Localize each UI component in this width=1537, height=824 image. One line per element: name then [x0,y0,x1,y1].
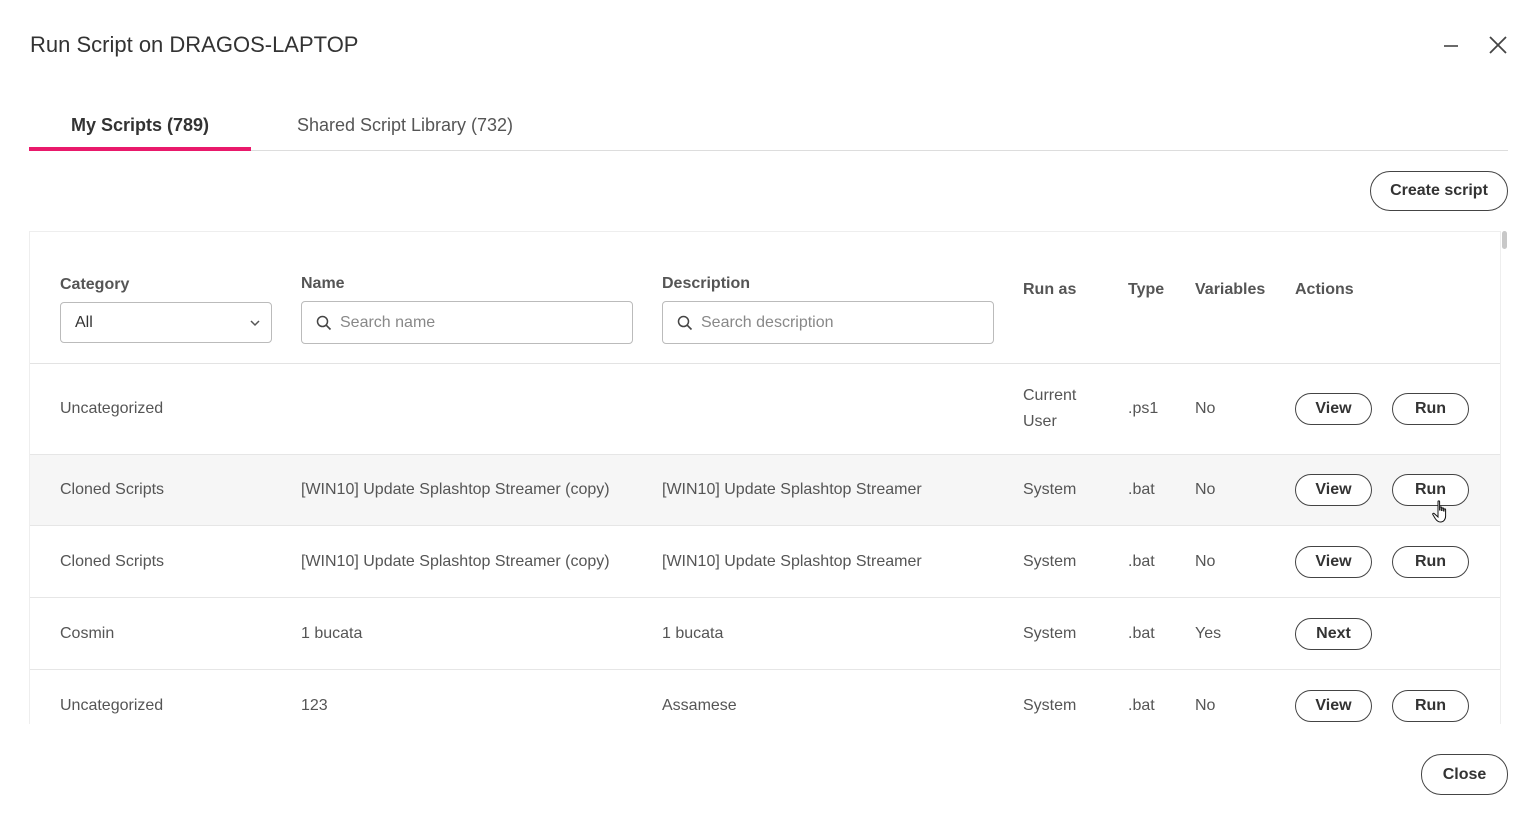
row-description: [WIN10] Update Splashtop Streamer [662,481,922,498]
scripts-table: Category All Name Description Run as Typ… [29,231,1501,724]
run-button[interactable]: Run [1392,393,1469,425]
row-name: [WIN10] Update Splashtop Streamer (copy) [301,552,610,570]
row-category: Uncategorized [60,400,164,417]
row-variables: No [1195,400,1216,417]
table-row: Uncategorized Current User .ps1 No View … [30,364,1500,455]
view-button[interactable]: View [1295,393,1372,425]
row-type: .bat [1128,481,1155,498]
run-button[interactable]: Run [1392,689,1469,722]
row-description: Assamese [662,696,737,714]
row-name: [WIN10] Update Splashtop Streamer (copy) [301,481,610,498]
table-row: Cloned Scripts [WIN10] Update Splashtop … [30,455,1500,526]
dialog-title: Run Script on DRAGOS-LAPTOP [30,32,359,57]
name-search-input[interactable] [340,313,620,332]
description-search-input[interactable] [701,313,981,332]
search-icon [316,315,332,330]
close-button[interactable]: Close [1421,754,1508,795]
scrollbar-thumb[interactable] [1502,231,1507,249]
tab-my-scripts[interactable]: My Scripts (789) [29,100,251,151]
table-row: Cloned Scripts [WIN10] Update Splashtop … [30,526,1500,598]
row-variables: No [1195,552,1216,570]
row-variables: No [1195,696,1216,714]
run-button[interactable]: Run [1392,545,1469,578]
row-type: .ps1 [1128,400,1159,417]
category-select[interactable]: All [60,302,272,343]
row-name: 1 bucata [301,624,363,642]
search-icon [677,315,693,330]
close-dialog-button[interactable] [1483,30,1513,60]
row-run-as: System [1023,481,1077,498]
row-name: 123 [301,696,328,714]
table-scrollbar[interactable] [1501,231,1508,724]
category-select-value: All [75,313,93,331]
row-description: [WIN10] Update Splashtop Streamer [662,552,922,570]
row-category: Cosmin [60,624,115,642]
create-script-button[interactable]: Create script [1370,171,1508,211]
row-run-as: System [1023,696,1077,714]
chevron-down-icon [250,320,260,327]
name-search-box [301,301,633,344]
row-category: Cloned Scripts [60,552,165,570]
next-button[interactable]: Next [1295,617,1372,650]
tab-bar: My Scripts (789) Shared Script Library (… [29,100,1508,151]
run-script-dialog: Run Script on DRAGOS-LAPTOP My Scripts (… [0,0,1537,824]
row-type: .bat [1128,552,1155,570]
minimize-button[interactable] [1436,30,1466,60]
row-variables: No [1195,481,1216,498]
minimize-icon [1444,45,1458,47]
view-button[interactable]: View [1295,474,1372,506]
table-row: Uncategorized 123 Assamese System .bat N… [30,670,1500,724]
table-row: Cosmin 1 bucata 1 bucata System .bat Yes… [30,598,1500,670]
row-variables: Yes [1195,624,1222,642]
row-description: 1 bucata [662,624,724,642]
row-run-as: Current User [1023,387,1077,430]
view-button[interactable]: View [1295,545,1372,578]
column-header-run-as: Run as [1023,281,1077,298]
row-run-as: System [1023,552,1077,570]
row-category: Cloned Scripts [60,481,165,498]
row-type: .bat [1128,624,1155,642]
row-type: .bat [1128,696,1155,714]
description-label: Description [662,275,751,292]
row-run-as: System [1023,624,1077,642]
view-button[interactable]: View [1295,689,1372,722]
tab-shared-script-library[interactable]: Shared Script Library (732) [270,100,540,150]
category-label: Category [60,276,130,293]
table-header: Category All Name Description Run as Typ… [30,232,1500,364]
column-header-variables: Variables [1195,281,1266,298]
close-icon [1489,36,1507,54]
row-category: Uncategorized [60,696,164,714]
column-header-actions: Actions [1295,281,1354,298]
run-button[interactable]: Run [1392,474,1469,506]
description-search-box [662,301,994,344]
column-header-type: Type [1128,281,1165,298]
name-label: Name [301,275,345,292]
